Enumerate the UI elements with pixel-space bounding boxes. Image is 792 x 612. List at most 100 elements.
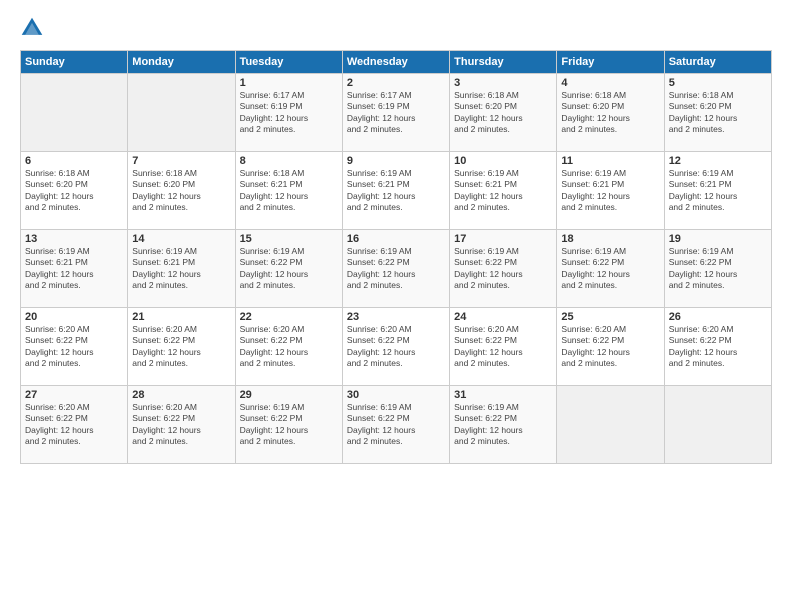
day-header-tuesday: Tuesday <box>235 51 342 74</box>
calendar-cell: 20Sunrise: 6:20 AM Sunset: 6:22 PM Dayli… <box>21 308 128 386</box>
calendar-cell: 31Sunrise: 6:19 AM Sunset: 6:22 PM Dayli… <box>450 386 557 464</box>
day-number: 22 <box>240 311 338 323</box>
day-number: 9 <box>347 155 445 167</box>
day-header-thursday: Thursday <box>450 51 557 74</box>
calendar-cell: 1Sunrise: 6:17 AM Sunset: 6:19 PM Daylig… <box>235 74 342 152</box>
day-number: 21 <box>132 311 230 323</box>
calendar-table: SundayMondayTuesdayWednesdayThursdayFrid… <box>20 50 772 464</box>
cell-content: Sunrise: 6:19 AM Sunset: 6:22 PM Dayligh… <box>454 246 552 292</box>
cell-content: Sunrise: 6:19 AM Sunset: 6:22 PM Dayligh… <box>347 402 445 448</box>
day-number: 12 <box>669 155 767 167</box>
calendar-cell <box>664 386 771 464</box>
day-number: 5 <box>669 77 767 89</box>
header-row: SundayMondayTuesdayWednesdayThursdayFrid… <box>21 51 772 74</box>
cell-content: Sunrise: 6:19 AM Sunset: 6:22 PM Dayligh… <box>347 246 445 292</box>
cell-content: Sunrise: 6:20 AM Sunset: 6:22 PM Dayligh… <box>132 324 230 370</box>
day-number: 4 <box>561 77 659 89</box>
calendar-cell: 7Sunrise: 6:18 AM Sunset: 6:20 PM Daylig… <box>128 152 235 230</box>
calendar-cell: 23Sunrise: 6:20 AM Sunset: 6:22 PM Dayli… <box>342 308 449 386</box>
cell-content: Sunrise: 6:18 AM Sunset: 6:20 PM Dayligh… <box>669 90 767 136</box>
calendar-cell: 24Sunrise: 6:20 AM Sunset: 6:22 PM Dayli… <box>450 308 557 386</box>
day-number: 10 <box>454 155 552 167</box>
day-number: 27 <box>25 389 123 401</box>
calendar-cell: 17Sunrise: 6:19 AM Sunset: 6:22 PM Dayli… <box>450 230 557 308</box>
page: SundayMondayTuesdayWednesdayThursdayFrid… <box>0 0 792 612</box>
week-row-4: 20Sunrise: 6:20 AM Sunset: 6:22 PM Dayli… <box>21 308 772 386</box>
week-row-3: 13Sunrise: 6:19 AM Sunset: 6:21 PM Dayli… <box>21 230 772 308</box>
calendar-cell: 18Sunrise: 6:19 AM Sunset: 6:22 PM Dayli… <box>557 230 664 308</box>
header <box>20 16 772 40</box>
day-header-wednesday: Wednesday <box>342 51 449 74</box>
calendar-cell: 9Sunrise: 6:19 AM Sunset: 6:21 PM Daylig… <box>342 152 449 230</box>
cell-content: Sunrise: 6:18 AM Sunset: 6:21 PM Dayligh… <box>240 168 338 214</box>
day-header-friday: Friday <box>557 51 664 74</box>
day-header-saturday: Saturday <box>664 51 771 74</box>
cell-content: Sunrise: 6:17 AM Sunset: 6:19 PM Dayligh… <box>240 90 338 136</box>
cell-content: Sunrise: 6:20 AM Sunset: 6:22 PM Dayligh… <box>561 324 659 370</box>
calendar-cell: 11Sunrise: 6:19 AM Sunset: 6:21 PM Dayli… <box>557 152 664 230</box>
cell-content: Sunrise: 6:18 AM Sunset: 6:20 PM Dayligh… <box>561 90 659 136</box>
cell-content: Sunrise: 6:19 AM Sunset: 6:22 PM Dayligh… <box>454 402 552 448</box>
day-number: 20 <box>25 311 123 323</box>
day-header-monday: Monday <box>128 51 235 74</box>
day-number: 1 <box>240 77 338 89</box>
calendar-cell: 15Sunrise: 6:19 AM Sunset: 6:22 PM Dayli… <box>235 230 342 308</box>
day-number: 8 <box>240 155 338 167</box>
calendar-cell: 12Sunrise: 6:19 AM Sunset: 6:21 PM Dayli… <box>664 152 771 230</box>
cell-content: Sunrise: 6:20 AM Sunset: 6:22 PM Dayligh… <box>454 324 552 370</box>
cell-content: Sunrise: 6:20 AM Sunset: 6:22 PM Dayligh… <box>240 324 338 370</box>
day-number: 3 <box>454 77 552 89</box>
calendar-cell: 22Sunrise: 6:20 AM Sunset: 6:22 PM Dayli… <box>235 308 342 386</box>
day-number: 2 <box>347 77 445 89</box>
cell-content: Sunrise: 6:20 AM Sunset: 6:22 PM Dayligh… <box>25 402 123 448</box>
calendar-cell <box>128 74 235 152</box>
day-number: 6 <box>25 155 123 167</box>
day-number: 11 <box>561 155 659 167</box>
cell-content: Sunrise: 6:19 AM Sunset: 6:21 PM Dayligh… <box>132 246 230 292</box>
logo <box>20 16 48 40</box>
cell-content: Sunrise: 6:19 AM Sunset: 6:22 PM Dayligh… <box>240 246 338 292</box>
day-number: 16 <box>347 233 445 245</box>
calendar-cell: 6Sunrise: 6:18 AM Sunset: 6:20 PM Daylig… <box>21 152 128 230</box>
day-number: 26 <box>669 311 767 323</box>
week-row-5: 27Sunrise: 6:20 AM Sunset: 6:22 PM Dayli… <box>21 386 772 464</box>
cell-content: Sunrise: 6:17 AM Sunset: 6:19 PM Dayligh… <box>347 90 445 136</box>
calendar-cell <box>557 386 664 464</box>
week-row-1: 1Sunrise: 6:17 AM Sunset: 6:19 PM Daylig… <box>21 74 772 152</box>
day-number: 23 <box>347 311 445 323</box>
day-number: 7 <box>132 155 230 167</box>
cell-content: Sunrise: 6:19 AM Sunset: 6:22 PM Dayligh… <box>561 246 659 292</box>
cell-content: Sunrise: 6:19 AM Sunset: 6:21 PM Dayligh… <box>347 168 445 214</box>
calendar-cell: 10Sunrise: 6:19 AM Sunset: 6:21 PM Dayli… <box>450 152 557 230</box>
cell-content: Sunrise: 6:19 AM Sunset: 6:22 PM Dayligh… <box>669 246 767 292</box>
calendar-cell: 25Sunrise: 6:20 AM Sunset: 6:22 PM Dayli… <box>557 308 664 386</box>
cell-content: Sunrise: 6:19 AM Sunset: 6:21 PM Dayligh… <box>561 168 659 214</box>
calendar-cell: 5Sunrise: 6:18 AM Sunset: 6:20 PM Daylig… <box>664 74 771 152</box>
calendar-cell: 21Sunrise: 6:20 AM Sunset: 6:22 PM Dayli… <box>128 308 235 386</box>
day-number: 18 <box>561 233 659 245</box>
calendar-cell: 2Sunrise: 6:17 AM Sunset: 6:19 PM Daylig… <box>342 74 449 152</box>
cell-content: Sunrise: 6:20 AM Sunset: 6:22 PM Dayligh… <box>132 402 230 448</box>
cell-content: Sunrise: 6:19 AM Sunset: 6:21 PM Dayligh… <box>454 168 552 214</box>
day-number: 15 <box>240 233 338 245</box>
calendar-cell: 3Sunrise: 6:18 AM Sunset: 6:20 PM Daylig… <box>450 74 557 152</box>
cell-content: Sunrise: 6:19 AM Sunset: 6:21 PM Dayligh… <box>669 168 767 214</box>
day-number: 30 <box>347 389 445 401</box>
calendar-cell: 19Sunrise: 6:19 AM Sunset: 6:22 PM Dayli… <box>664 230 771 308</box>
cell-content: Sunrise: 6:19 AM Sunset: 6:22 PM Dayligh… <box>240 402 338 448</box>
cell-content: Sunrise: 6:20 AM Sunset: 6:22 PM Dayligh… <box>347 324 445 370</box>
calendar-cell: 4Sunrise: 6:18 AM Sunset: 6:20 PM Daylig… <box>557 74 664 152</box>
calendar-cell: 29Sunrise: 6:19 AM Sunset: 6:22 PM Dayli… <box>235 386 342 464</box>
calendar-cell: 16Sunrise: 6:19 AM Sunset: 6:22 PM Dayli… <box>342 230 449 308</box>
cell-content: Sunrise: 6:18 AM Sunset: 6:20 PM Dayligh… <box>132 168 230 214</box>
calendar-cell: 14Sunrise: 6:19 AM Sunset: 6:21 PM Dayli… <box>128 230 235 308</box>
calendar-cell: 28Sunrise: 6:20 AM Sunset: 6:22 PM Dayli… <box>128 386 235 464</box>
logo-icon <box>20 16 44 40</box>
calendar-cell <box>21 74 128 152</box>
day-number: 28 <box>132 389 230 401</box>
cell-content: Sunrise: 6:19 AM Sunset: 6:21 PM Dayligh… <box>25 246 123 292</box>
day-number: 13 <box>25 233 123 245</box>
day-number: 24 <box>454 311 552 323</box>
calendar-cell: 30Sunrise: 6:19 AM Sunset: 6:22 PM Dayli… <box>342 386 449 464</box>
cell-content: Sunrise: 6:20 AM Sunset: 6:22 PM Dayligh… <box>25 324 123 370</box>
